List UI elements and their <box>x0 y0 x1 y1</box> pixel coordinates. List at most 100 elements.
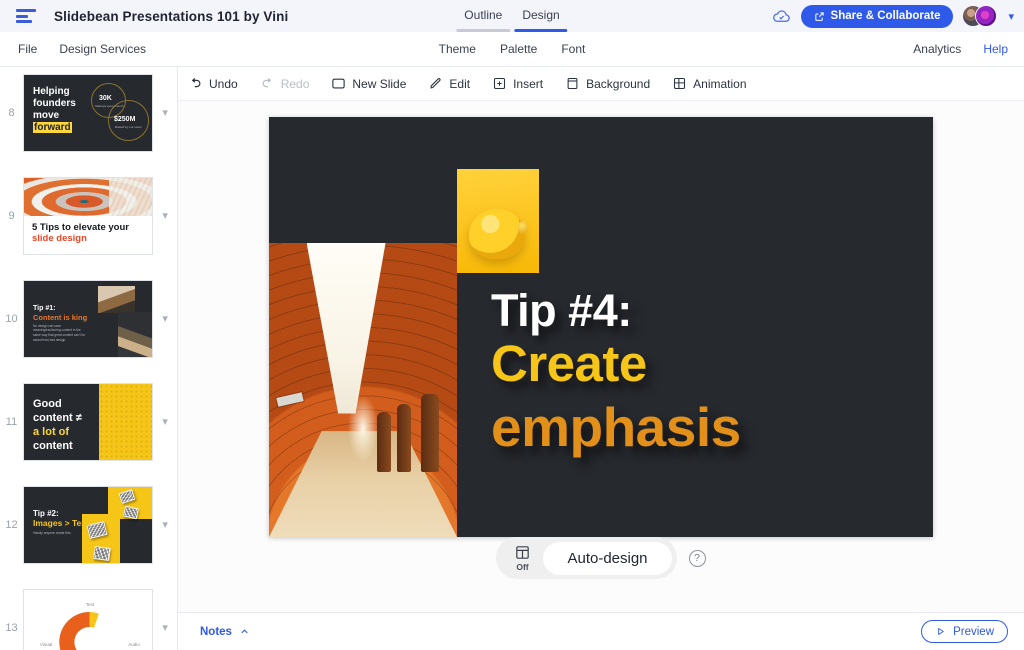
chevron-up-icon <box>239 626 250 637</box>
tab-design[interactable]: Design <box>522 8 559 32</box>
cloud-check-icon[interactable] <box>772 6 792 26</box>
menu-item-design-services[interactable]: Design Services <box>59 42 146 56</box>
hamburger-menu-icon[interactable] <box>16 9 50 23</box>
redo-label: Redo <box>281 77 310 91</box>
autodesign-button[interactable]: Auto-design <box>543 542 671 575</box>
slide-heading-line-2: Create <box>491 334 921 394</box>
slide-heading-line-1: Tip #4: <box>491 287 921 334</box>
slide-number: 8 <box>0 107 23 119</box>
slide-heading-line-3: emphasis <box>491 394 921 460</box>
plus-box-icon <box>492 76 507 91</box>
tunnel-photo <box>269 243 457 537</box>
edit-button[interactable]: Edit <box>428 76 470 91</box>
slide-number: 11 <box>0 416 23 428</box>
slide-number: 12 <box>0 519 23 531</box>
redo-button[interactable]: Redo <box>260 76 310 91</box>
avatar[interactable] <box>975 5 997 27</box>
slide-number: 10 <box>0 313 23 325</box>
menu-center-group: Theme Palette Font <box>439 42 586 56</box>
notes-toggle-button[interactable]: Notes <box>200 626 250 638</box>
slide-options-chevron-down-icon[interactable]: ▾ <box>153 518 177 531</box>
spiral-staircase-photo <box>24 178 153 216</box>
autodesign-help-icon[interactable]: ? <box>689 550 706 567</box>
slide-options-chevron-down-icon[interactable]: ▾ <box>153 621 177 634</box>
slide-list-item[interactable]: 10 Tip #1: Content is king No design can… <box>0 267 177 370</box>
thumb-line: Helping <box>33 86 76 98</box>
slide-options-chevron-down-icon[interactable]: ▾ <box>153 312 177 325</box>
background-icon <box>565 76 580 91</box>
menu-item-font[interactable]: Font <box>561 42 585 56</box>
thumb-line-highlight: Content is king <box>33 313 87 322</box>
slide-thumbnail-12[interactable]: Tip #2: Images > Text Hardly anyone read… <box>23 486 153 564</box>
slide-list-item[interactable]: 8 Helping founders move forward 30K Star… <box>0 67 177 164</box>
pencil-icon <box>428 76 443 91</box>
edit-label: Edit <box>449 77 470 91</box>
collaborator-avatars[interactable] <box>962 4 997 28</box>
account-chevron-down-icon[interactable]: ▾ <box>1008 10 1014 23</box>
desk-photo <box>98 286 135 313</box>
slide-list-item[interactable]: 13 Text Visual Audio ▾ <box>0 576 177 650</box>
hamburger-line <box>16 20 32 23</box>
thumb-line-highlight: forward <box>33 122 72 133</box>
slide-text-block[interactable]: Tip #4: Create emphasis <box>491 287 921 460</box>
insert-button[interactable]: Insert <box>492 76 543 91</box>
undo-button[interactable]: Undo <box>188 76 238 91</box>
thumb-line-highlight: Images > Text <box>33 518 89 528</box>
slide-thumbnail-10[interactable]: Tip #1: Content is king No design can sa… <box>23 280 153 358</box>
thumb-line-highlight: a lot of <box>33 425 82 439</box>
new-slide-icon <box>331 76 346 91</box>
menu-left-group: File Design Services <box>18 42 146 56</box>
menu-item-analytics[interactable]: Analytics <box>913 42 961 56</box>
slide-thumbnail-8[interactable]: Helping founders move forward 30K Startu… <box>23 74 153 152</box>
new-slide-button[interactable]: New Slide <box>331 76 406 91</box>
menu-item-theme[interactable]: Theme <box>439 42 476 56</box>
slide-thumbnail-11[interactable]: Good content ≠ a lot of content <box>23 383 153 461</box>
play-triangle-icon <box>935 626 946 637</box>
external-link-icon <box>814 11 825 22</box>
thumb-line: content ≠ <box>33 411 82 425</box>
slide-thumbnail-9[interactable]: 5 Tips to elevate your slide design <box>23 177 153 255</box>
slide-options-chevron-down-icon[interactable]: ▾ <box>153 415 177 428</box>
tunnel-glow <box>348 396 378 461</box>
donut-slice-text <box>90 612 99 628</box>
thumb-line: content <box>33 439 82 453</box>
menu-item-palette[interactable]: Palette <box>500 42 537 56</box>
document-title: Slidebean Presentations 101 by Vini <box>54 9 288 24</box>
animation-label: Animation <box>693 77 746 91</box>
redo-arrow-icon <box>260 76 275 91</box>
thumb-line: move <box>33 110 76 122</box>
share-collaborate-label: Share & Collaborate <box>831 10 941 22</box>
share-collaborate-button[interactable]: Share & Collaborate <box>801 5 954 28</box>
active-slide[interactable]: Tip #4: Create emphasis <box>269 117 933 537</box>
preview-label: Preview <box>953 626 994 638</box>
menu-item-help[interactable]: Help <box>983 42 1008 56</box>
background-button[interactable]: Background <box>565 76 650 91</box>
tab-design-label: Design <box>522 8 559 22</box>
donut-label-audio: Audio <box>128 642 140 647</box>
slide-list-item[interactable]: 11 Good content ≠ a lot of content ▾ <box>0 370 177 473</box>
slide-options-chevron-down-icon[interactable]: ▾ <box>153 106 177 119</box>
layout-toggle-button[interactable]: Off <box>501 544 543 572</box>
autodesign-toolbar: Off Auto-design ? <box>178 537 1024 579</box>
yellow-dot-panel <box>99 384 152 461</box>
thumb-line: Tip #2: <box>33 509 59 518</box>
top-bar-actions: Share & Collaborate ▾ <box>772 0 1014 32</box>
hamburger-line <box>16 15 28 18</box>
photo-card <box>123 505 139 519</box>
undo-arrow-icon <box>188 76 203 91</box>
slide-list-item[interactable]: 12 Tip #2: Images > Text Hardly anyone r… <box>0 473 177 576</box>
notes-label: Notes <box>200 626 232 638</box>
slide-thumbnail-sidebar[interactable]: 8 Helping founders move forward 30K Star… <box>0 67 178 650</box>
edit-toolbar: Undo Redo New Slide Edit Insert Backgrou… <box>178 67 1024 101</box>
undo-label: Undo <box>209 77 238 91</box>
slide-list-item[interactable]: 9 5 Tips to elevate your slide design ▾ <box>0 164 177 267</box>
slide-options-chevron-down-icon[interactable]: ▾ <box>153 209 177 222</box>
preview-button[interactable]: Preview <box>921 620 1008 643</box>
stat-value: $250M <box>114 116 135 123</box>
slide-thumbnail-13[interactable]: Text Visual Audio <box>23 589 153 650</box>
menu-item-file[interactable]: File <box>18 42 37 56</box>
animation-button[interactable]: Animation <box>672 76 746 91</box>
tunnel-pillar <box>377 412 391 472</box>
tab-outline[interactable]: Outline <box>464 8 502 32</box>
tab-outline-label: Outline <box>464 8 502 22</box>
